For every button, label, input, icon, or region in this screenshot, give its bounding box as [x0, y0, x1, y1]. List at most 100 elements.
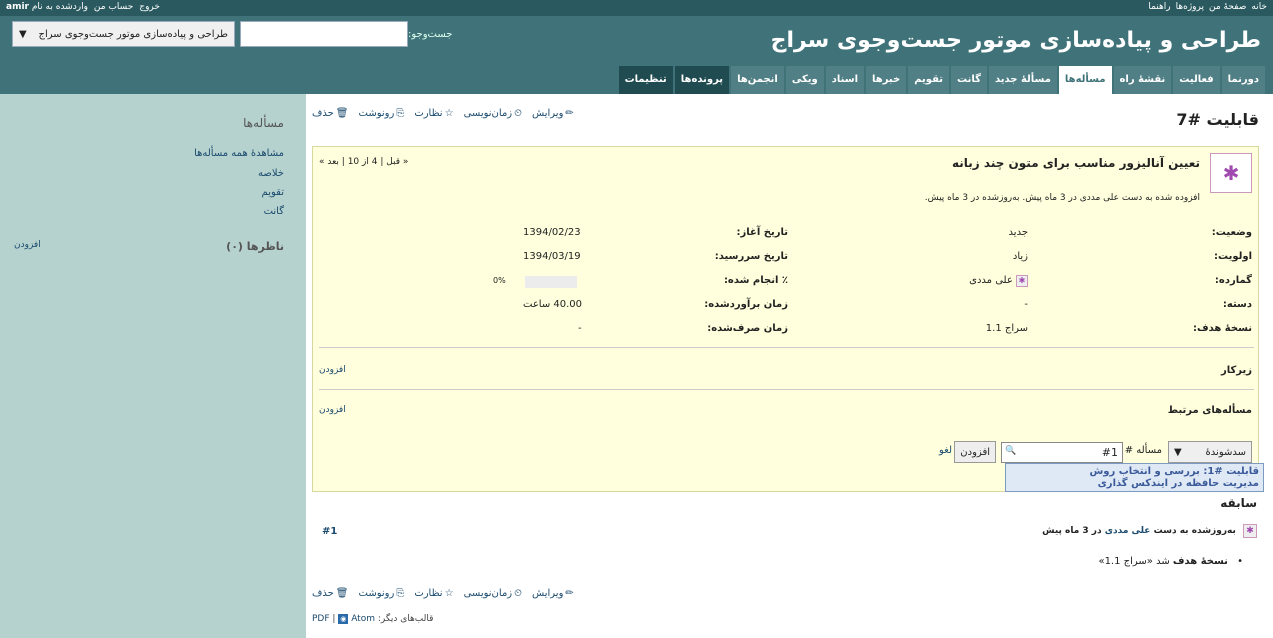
journal-number-link[interactable]: #1 [322, 526, 337, 537]
log-time-link[interactable]: ⏲زمان‌نویسی [464, 588, 522, 599]
add-related-issue-link[interactable]: افزودن [319, 405, 346, 415]
tab-documents[interactable]: اسناد [825, 66, 864, 94]
add-subtask-link[interactable]: افزودن [319, 365, 346, 375]
tab-forums[interactable]: انجمن‌ها [731, 66, 784, 94]
issue-subject: تعیین آنالیزور مناسب برای متون چند زبانه [952, 156, 1200, 170]
journal-author-link[interactable]: علی مددی [1105, 526, 1151, 536]
relation-type-select[interactable]: سدشوندهٔ ▼ [1168, 441, 1252, 463]
due-date-label: تاریخ سررسید: [714, 251, 788, 262]
target-version-value[interactable]: سراج 1.1 [986, 323, 1028, 334]
star-icon: ☆ [444, 588, 454, 599]
done-ratio-value: 0% [493, 276, 506, 285]
gravatar-icon: ✱ [1222, 161, 1240, 185]
log-time-link[interactable]: ⏲زمان‌نویسی [464, 108, 522, 119]
pencil-icon: ✏ [565, 588, 574, 599]
top-menu-links: خانه صفحهٔ من پروژه‌ها راهنما [1148, 2, 1267, 12]
watchers-heading: ناظرها (۰) [226, 240, 284, 253]
rss-icon: ◉ [338, 614, 349, 624]
tab-wiki[interactable]: ویکی [785, 66, 824, 94]
watch-link[interactable]: ☆نظارت [414, 108, 453, 119]
issue-details: ✱ تعیین آنالیزور مناسب برای متون چند زبا… [312, 146, 1259, 492]
assignee-value[interactable]: ✱ علی مددی [969, 275, 1028, 287]
logout-link[interactable]: خروج [139, 2, 160, 12]
status-label: وضعیت: [1211, 227, 1252, 238]
sidebar-summary[interactable]: خلاصه [258, 168, 284, 179]
logged-in-status: واردشده به نام amir [6, 2, 88, 12]
search-input[interactable] [240, 21, 408, 47]
issue-avatar: ✱ [1210, 153, 1252, 193]
top-menu-my-page[interactable]: صفحهٔ من [1209, 2, 1246, 12]
start-date-label: تاریخ آغاز: [736, 227, 788, 238]
tab-calendar[interactable]: تقویم [908, 66, 950, 94]
trash-icon: 🗑 [335, 108, 349, 119]
add-watcher-link[interactable]: افزودن [14, 240, 41, 250]
bullet: • [1237, 556, 1243, 567]
tab-overview[interactable]: دورنما [1221, 66, 1265, 94]
sidebar-calendar[interactable]: تقویم [262, 187, 284, 198]
pdf-link[interactable]: PDF [312, 614, 330, 624]
sidebar-issues-heading: مسأله‌ها [243, 116, 284, 130]
priority-value: زیاد [1012, 251, 1028, 262]
autocomplete-item-line1[interactable]: قابلیت #1: بررسی و انتخاب روش [1089, 466, 1259, 477]
project-jump-select[interactable]: طراحی و پیاده‌سازی موتور جست‌وجوی سراج ▼ [12, 21, 235, 47]
copy-link[interactable]: ⎘رونوشت [359, 588, 405, 599]
top-menu: خانه صفحهٔ من پروژه‌ها راهنما خروج حساب … [0, 0, 1273, 16]
pencil-icon: ✏ [565, 108, 574, 119]
header: طراحی و پیاده‌سازی موتور جست‌وجوی سراج ج… [0, 16, 1273, 94]
category-value: - [1024, 299, 1028, 310]
other-formats: قالب‌های دیگر: PDF | ◉ Atom [312, 614, 434, 624]
category-label: دسته: [1222, 299, 1252, 310]
autocomplete-dropdown[interactable]: قابلیت #1: بررسی و انتخاب روش مدیریت حاف… [1005, 463, 1264, 492]
user-avatar-icon: ✱ [1016, 275, 1028, 287]
related-issues-heading: مسأله‌های مرتبط [1167, 405, 1252, 416]
sidebar-view-all-issues[interactable]: مشاهدهٔ همه مسأله‌ها [194, 148, 284, 159]
subtasks-heading: زیرکار [1220, 365, 1252, 376]
top-menu-projects[interactable]: پروژه‌ها [1176, 2, 1204, 12]
journal-header: ✱ به‌روزشده به دست علی مددی در 3 ماه پیش [1042, 524, 1257, 538]
clock-icon: ⏲ [514, 588, 522, 599]
search-label: جست‌وجو: [408, 29, 453, 40]
tab-roadmap[interactable]: نقشهٔ راه [1113, 66, 1172, 94]
autocomplete-item-line2[interactable]: مدیریت حافظه در ایندکس گذاری [1098, 478, 1259, 489]
spent-time-value: - [578, 323, 582, 334]
atom-link[interactable]: Atom [351, 614, 375, 624]
done-ratio-label: ٪ انجام شده: [723, 275, 788, 286]
tab-gantt[interactable]: گانت [951, 66, 987, 94]
estimated-time-value: 40.00 ساعت [523, 299, 583, 310]
priority-label: اولویت: [1213, 251, 1252, 262]
logged-in-prefix: واردشده به نام [31, 2, 88, 12]
logged-in-user[interactable]: amir [6, 2, 29, 12]
dropdown-arrow-icon: ▼ [1174, 446, 1182, 458]
edit-link[interactable]: ✏ویرایش [532, 108, 574, 119]
status-value: جدید [1008, 227, 1028, 238]
relation-issue-input[interactable]: #1 🔍 [1001, 442, 1123, 463]
tab-files[interactable]: پرونده‌ها [674, 66, 730, 94]
separator [319, 347, 1254, 348]
project-jump-value: طراحی و پیاده‌سازی موتور جست‌وجوی سراج [38, 28, 228, 40]
tab-activity[interactable]: فعالیت [1173, 66, 1220, 94]
top-menu-home[interactable]: خانه [1251, 2, 1267, 12]
delete-link[interactable]: 🗑حذف [312, 588, 349, 599]
sidebar: مسأله‌ها مشاهدهٔ همه مسأله‌ها خلاصه تقوی… [0, 94, 306, 638]
delete-link[interactable]: 🗑حذف [312, 108, 349, 119]
sidebar-gantt[interactable]: گانت [264, 206, 284, 217]
relation-cancel-link[interactable]: لغو [939, 445, 952, 456]
due-date-value: 1394/03/19 [523, 251, 581, 262]
relation-add-button[interactable]: افزودن [954, 441, 996, 463]
tab-settings[interactable]: تنظیمات [618, 66, 673, 94]
my-account-link[interactable]: حساب من [94, 2, 133, 12]
tab-news[interactable]: خبرها [866, 66, 907, 94]
issue-pager[interactable]: « قبل | 4 از 10 | بعد » [319, 157, 408, 167]
copy-icon: ⎘ [396, 588, 405, 599]
contextual-actions-bottom: ✏ویرایش ⏲زمان‌نویسی ☆نظارت ⎘رونوشت 🗑حذف [312, 588, 574, 599]
tab-issues[interactable]: مسأله‌ها [1058, 66, 1112, 94]
watch-link[interactable]: ☆نظارت [414, 588, 453, 599]
top-menu-help[interactable]: راهنما [1148, 2, 1170, 12]
spent-time-label: زمان صرف‌شده: [707, 323, 788, 334]
tab-new-issue[interactable]: مسألهٔ جدید [988, 66, 1057, 94]
copy-link[interactable]: ⎘رونوشت [359, 108, 405, 119]
project-title: طراحی و پیاده‌سازی موتور جست‌وجوی سراج [770, 28, 1261, 53]
relation-issue-label: مسأله # [1124, 445, 1162, 456]
contextual-actions-top: ✏ویرایش ⏲زمان‌نویسی ☆نظارت ⎘رونوشت 🗑حذف [312, 108, 574, 119]
edit-link[interactable]: ✏ویرایش [532, 588, 574, 599]
